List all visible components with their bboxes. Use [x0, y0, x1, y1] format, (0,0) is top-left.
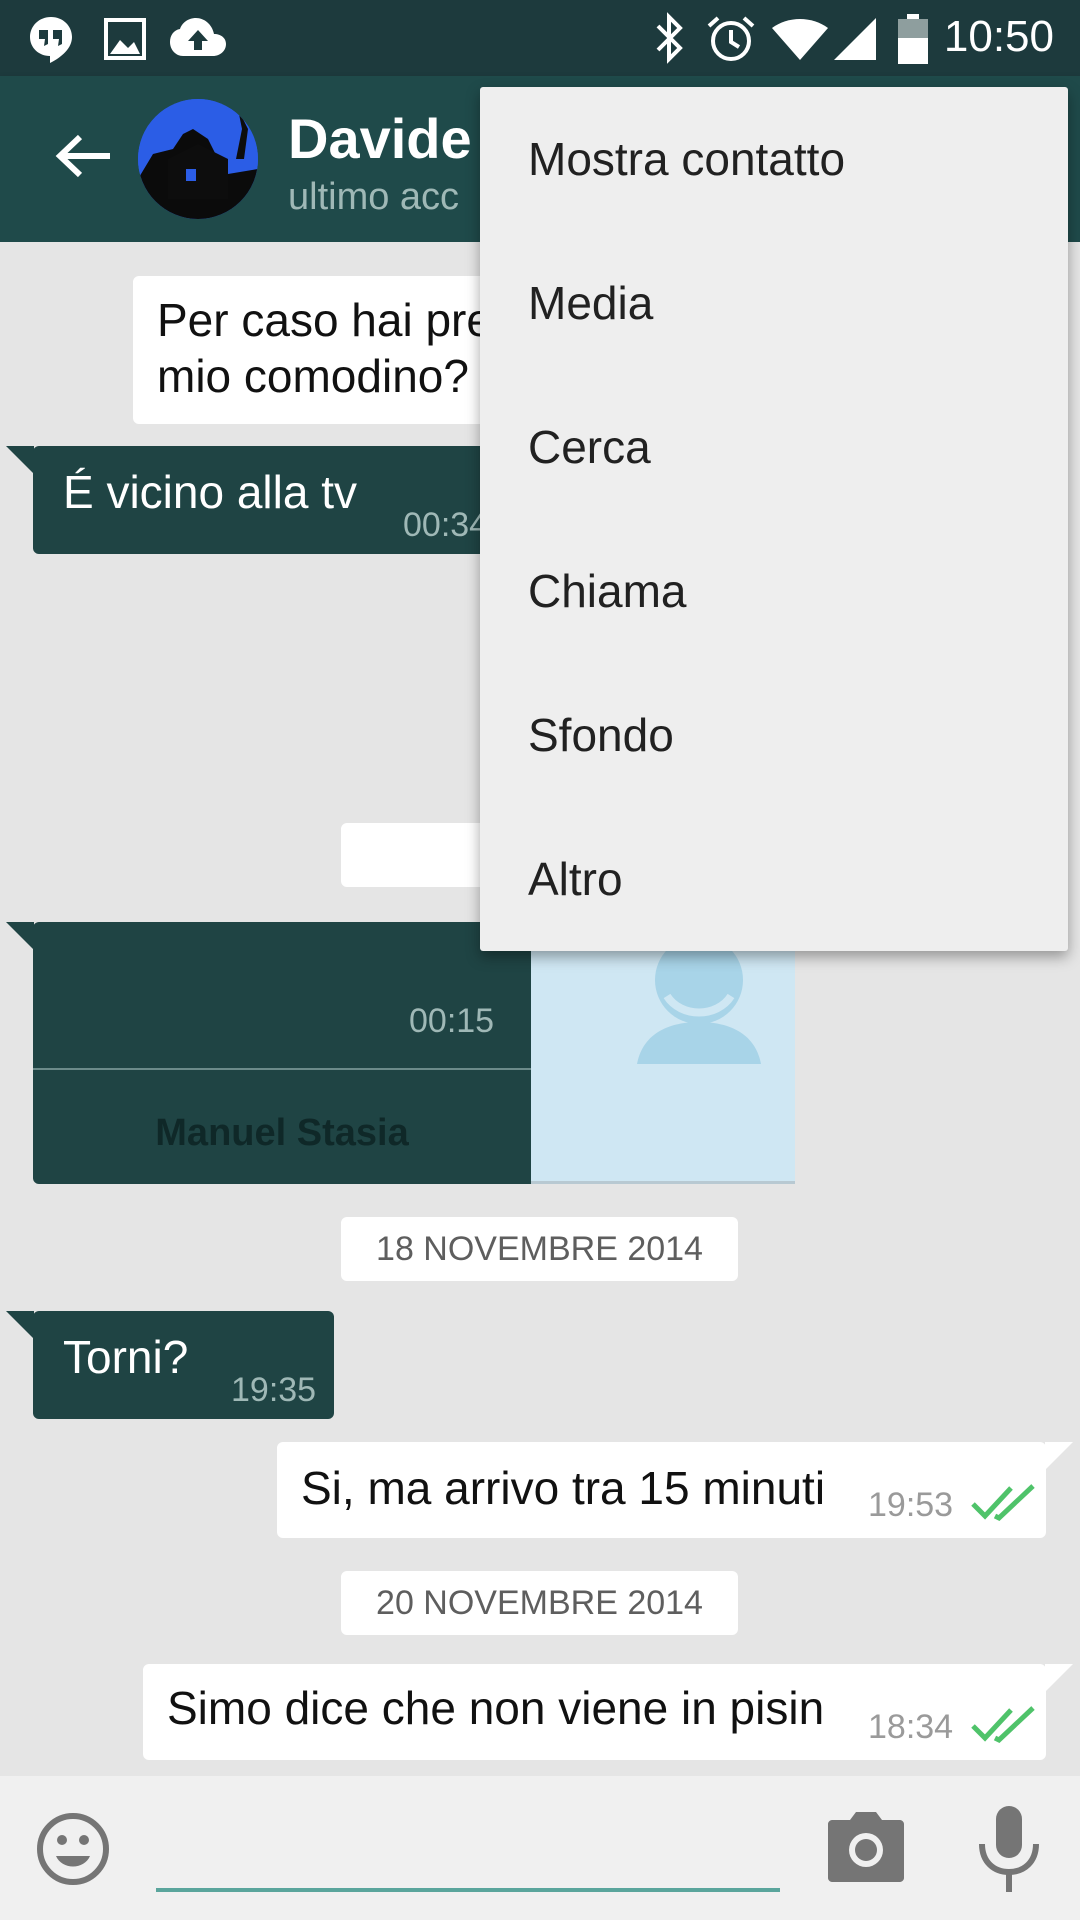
compose-bar	[0, 1776, 1080, 1920]
menu-item-wallpaper[interactable]: Sfondo	[480, 663, 1068, 807]
read-ticks-icon	[971, 1706, 1035, 1744]
message-text: Torni?	[63, 1331, 189, 1383]
date-separator: 18 NOVEMBRE 2014	[341, 1217, 738, 1281]
menu-item-search[interactable]: Cerca	[480, 375, 1068, 519]
message-bubble-incoming[interactable]: É vicino alla tv 00:34	[33, 446, 493, 554]
menu-item-more[interactable]: Altro	[480, 807, 1068, 951]
bluetooth-icon	[656, 12, 683, 64]
menu-item-show-contact[interactable]: Mostra contatto	[480, 87, 1068, 231]
message-text: Si, ma arrivo tra 15 minuti	[301, 1462, 826, 1514]
person-icon	[637, 936, 761, 1064]
clock: 10:50	[943, 12, 1054, 61]
contact-photo-placeholder[interactable]	[531, 922, 795, 1184]
overflow-menu: Mostra contatto Media Cerca Chiama Sfond…	[480, 87, 1068, 951]
message-time: 00:34	[403, 506, 489, 544]
image-icon	[104, 18, 146, 60]
avatar[interactable]	[138, 99, 258, 219]
date-separator: 20 NOVEMBRE 2014	[341, 1571, 738, 1635]
bubble-tail	[6, 922, 34, 950]
emoji-icon[interactable]	[36, 1812, 110, 1886]
bubble-tail	[6, 1311, 34, 1339]
status-bar: 10:50	[0, 0, 1080, 76]
message-input[interactable]	[156, 1816, 780, 1886]
contact-name[interactable]: Davide	[288, 106, 472, 171]
cloud-upload-icon	[170, 18, 226, 56]
camera-icon[interactable]	[828, 1812, 904, 1882]
menu-item-call[interactable]: Chiama	[480, 519, 1068, 663]
bubble-tail	[6, 446, 34, 474]
bubble-tail	[1045, 1664, 1073, 1692]
hangouts-icon	[30, 17, 72, 63]
read-ticks-icon	[971, 1484, 1035, 1522]
message-bubble-outgoing[interactable]: Si, ma arrivo tra 15 minuti 19:53	[277, 1442, 1046, 1538]
message-bubble-incoming[interactable]: Torni? 19:35	[33, 1311, 334, 1419]
microphone-icon[interactable]	[976, 1806, 1042, 1892]
message-text-line2: mio comodino?	[157, 350, 469, 402]
message-bubble-outgoing[interactable]: Simo dice che non viene in pisin 18:34	[143, 1664, 1046, 1760]
message-text-line1: Per caso hai pre	[157, 294, 492, 346]
wifi-icon	[772, 19, 828, 60]
divider	[33, 1068, 531, 1070]
message-time: 19:53	[868, 1486, 954, 1524]
last-seen-status: ultimo acc	[288, 176, 460, 218]
signal-icon	[834, 18, 876, 60]
input-underline	[156, 1888, 780, 1892]
message-time: 19:35	[231, 1371, 317, 1409]
message-text: É vicino alla tv	[63, 466, 358, 518]
menu-item-media[interactable]: Media	[480, 231, 1068, 375]
battery-icon	[898, 14, 928, 64]
bubble-tail	[1045, 1442, 1073, 1470]
shared-contact-name[interactable]: Manuel Stasia	[33, 1112, 531, 1155]
message-time: 00:15	[409, 1002, 495, 1040]
message-time: 18:34	[868, 1708, 954, 1746]
message-text: Simo dice che non viene in pisin	[167, 1682, 825, 1734]
alarm-icon	[707, 16, 755, 61]
back-arrow-icon[interactable]	[54, 131, 114, 181]
